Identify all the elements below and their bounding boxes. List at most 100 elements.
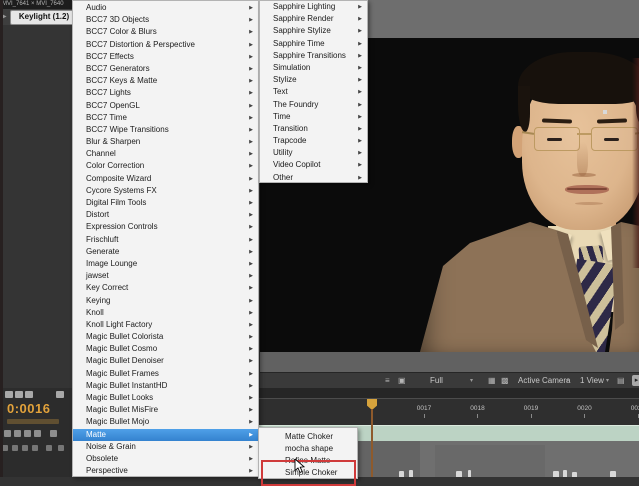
submenu-arrow-icon: ▶ (358, 89, 362, 96)
menu-item-stylize[interactable]: Stylize ▶ (260, 74, 367, 86)
menu-item-audio[interactable]: Audio ▶ (73, 2, 258, 14)
submenu-arrow-icon: ▶ (249, 382, 253, 389)
menu-item-matte[interactable]: Matte ▶ (73, 428, 258, 441)
menu-item-knoll-light-factory[interactable]: Knoll Light Factory ▶ (73, 319, 258, 331)
timeline-ruler[interactable]: 0017 0018 0019 0020 0021 (250, 398, 639, 426)
grid-guides-icon[interactable]: ▦ (488, 376, 496, 386)
menu-item-frischluft[interactable]: Frischluft ▶ (73, 234, 258, 246)
menu-item-keying[interactable]: Keying ▶ (73, 295, 258, 307)
menu-item-bcc7-opengl[interactable]: BCC7 OpenGL ▶ (73, 100, 258, 112)
menu-item-magic-bullet-looks[interactable]: Magic Bullet Looks ▶ (73, 392, 258, 404)
menu-item-channel[interactable]: Channel ▶ (73, 148, 258, 160)
submenu-arrow-icon: ▶ (358, 162, 362, 169)
timeline-tab-button[interactable] (15, 391, 23, 398)
active-tool-button[interactable]: ▸ (632, 375, 639, 386)
menu-item-sapphire-transitions[interactable]: Sapphire Transitions ▶ (260, 50, 367, 62)
visibility-toggle-icon[interactable] (14, 430, 21, 437)
menu-item-generate[interactable]: Generate ▶ (73, 246, 258, 258)
menu-item-mocha-shape[interactable]: mocha shape (259, 443, 357, 455)
solo-toggle-icon[interactable] (24, 430, 31, 437)
layer-handle-dot[interactable] (603, 110, 607, 114)
menu-item-perspective[interactable]: Perspective ▶ (73, 465, 258, 476)
effect-controls-tab[interactable]: MVI_7641 × MVI_7640 (0, 0, 74, 9)
menu-item-the-foundry[interactable]: The Foundry ▶ (260, 99, 367, 111)
menu-item-composite-wizard[interactable]: Composite Wizard ▶ (73, 173, 258, 185)
portrait-nostril (572, 173, 596, 177)
menu-item-magic-bullet-denoiser[interactable]: Magic Bullet Denoiser ▶ (73, 355, 258, 367)
menu-item-bcc7-generators[interactable]: BCC7 Generators ▶ (73, 63, 258, 75)
pixel-aspect-icon[interactable]: ▤ (617, 376, 625, 386)
menu-item-bcc7-3d-objects[interactable]: BCC7 3D Objects ▶ (73, 14, 258, 26)
menu-item-sapphire-time[interactable]: Sapphire Time ▶ (260, 38, 367, 50)
menu-item-magic-bullet-mojo[interactable]: Magic Bullet Mojo ▶ (73, 416, 258, 428)
menu-item-blur-sharpen[interactable]: Blur & Sharpen ▶ (73, 136, 258, 148)
timeline-button[interactable] (32, 445, 38, 451)
keylight-effect-button[interactable]: Keylight (1.2) (10, 10, 78, 25)
timeline-button[interactable] (12, 445, 18, 451)
menu-item-trapcode[interactable]: Trapcode ▶ (260, 135, 367, 147)
menu-item-time[interactable]: Time ▶ (260, 111, 367, 123)
menu-item-bcc7-effects[interactable]: BCC7 Effects ▶ (73, 51, 258, 63)
chevron-down-icon[interactable]: ▾ (470, 377, 473, 384)
timeline-tab-button[interactable] (56, 391, 64, 398)
snapshot-icon[interactable]: ▣ (398, 376, 406, 386)
current-time-display[interactable]: 0:0016 (7, 401, 50, 416)
timeline-button[interactable] (22, 445, 28, 451)
timeline-tab-button[interactable] (5, 391, 13, 398)
menu-item-utility[interactable]: Utility ▶ (260, 147, 367, 159)
playhead-line[interactable] (371, 409, 373, 477)
menu-item-magic-bullet-frames[interactable]: Magic Bullet Frames ▶ (73, 368, 258, 380)
panel-menu-icon[interactable]: ≡ (385, 376, 390, 386)
view-layout-dropdown[interactable]: 1 View (580, 376, 604, 385)
menu-item-bcc7-distortion-perspective[interactable]: BCC7 Distortion & Perspective ▶ (73, 39, 258, 51)
menu-item-bcc7-time[interactable]: BCC7 Time ▶ (73, 112, 258, 124)
menu-item-color-correction[interactable]: Color Correction ▶ (73, 160, 258, 172)
timeline-button[interactable] (46, 445, 52, 451)
menu-item-bcc7-color-blurs[interactable]: BCC7 Color & Blurs ▶ (73, 26, 258, 38)
menu-item-distort[interactable]: Distort ▶ (73, 209, 258, 221)
menu-item-transition[interactable]: Transition ▶ (260, 123, 367, 135)
menu-item-matte-choker[interactable]: Matte Choker (259, 431, 357, 443)
chevron-down-icon[interactable]: ▾ (566, 377, 569, 384)
menu-item-sapphire-lighting[interactable]: Sapphire Lighting ▶ (260, 1, 367, 13)
menu-item-label: Time (273, 111, 291, 121)
menu-item-image-lounge[interactable]: Image Lounge ▶ (73, 258, 258, 270)
menu-item-bcc7-lights[interactable]: BCC7 Lights ▶ (73, 87, 258, 99)
lock-toggle-icon[interactable] (34, 430, 41, 437)
menu-item-text[interactable]: Text ▶ (260, 86, 367, 98)
submenu-arrow-icon: ▶ (249, 53, 253, 60)
menu-item-sapphire-stylize[interactable]: Sapphire Stylize ▶ (260, 25, 367, 37)
submenu-arrow-icon: ▶ (249, 200, 253, 206)
menu-item-bcc7-wipe-transitions[interactable]: BCC7 Wipe Transitions ▶ (73, 124, 258, 136)
annotation-rectangle (261, 460, 356, 486)
effect-controls-body (0, 25, 72, 388)
menu-item-magic-bullet-cosmo[interactable]: Magic Bullet Cosmo ▶ (73, 343, 258, 355)
audio-toggle-icon[interactable] (4, 430, 11, 437)
camera-view-dropdown[interactable]: Active Camera (518, 376, 570, 385)
menu-item-bcc7-keys-matte[interactable]: BCC7 Keys & Matte ▶ (73, 75, 258, 87)
menu-item-noise-grain[interactable]: Noise & Grain ▶ (73, 441, 258, 453)
submenu-arrow-icon: ▶ (249, 443, 253, 450)
menu-item-sapphire-render[interactable]: Sapphire Render ▶ (260, 13, 367, 25)
menu-item-jawset[interactable]: jawset ▶ (73, 270, 258, 282)
chevron-down-icon[interactable]: ▾ (606, 377, 609, 384)
menu-item-magic-bullet-misfire[interactable]: Magic Bullet MisFire ▶ (73, 404, 258, 416)
menu-item-expression-controls[interactable]: Expression Controls ▶ (73, 221, 258, 233)
menu-item-key-correct[interactable]: Key Correct ▶ (73, 282, 258, 294)
menu-item-other[interactable]: Other ▶ (260, 172, 367, 182)
menu-item-magic-bullet-instanthd[interactable]: Magic Bullet InstantHD ▶ (73, 380, 258, 392)
timeline-button[interactable] (50, 430, 57, 437)
timeline-button[interactable] (58, 445, 64, 451)
menu-item-cycore-systems-fx[interactable]: Cycore Systems FX ▶ (73, 185, 258, 197)
timeline-tab-button[interactable] (25, 391, 33, 398)
menu-item-obsolete[interactable]: Obsolete ▶ (73, 453, 258, 465)
menu-item-digital-film-tools[interactable]: Digital Film Tools ▶ (73, 197, 258, 209)
menu-item-magic-bullet-colorista[interactable]: Magic Bullet Colorista ▶ (73, 331, 258, 343)
menu-item-simulation[interactable]: Simulation ▶ (260, 62, 367, 74)
menu-item-label: Keying (86, 295, 111, 305)
transparency-grid-icon[interactable]: ▩ (501, 376, 509, 386)
menu-item-video-copilot[interactable]: Video Copilot ▶ (260, 159, 367, 171)
magnification-dropdown[interactable]: Full (430, 376, 443, 385)
menu-item-label: Stylize (273, 75, 297, 85)
menu-item-knoll[interactable]: Knoll ▶ (73, 307, 258, 319)
